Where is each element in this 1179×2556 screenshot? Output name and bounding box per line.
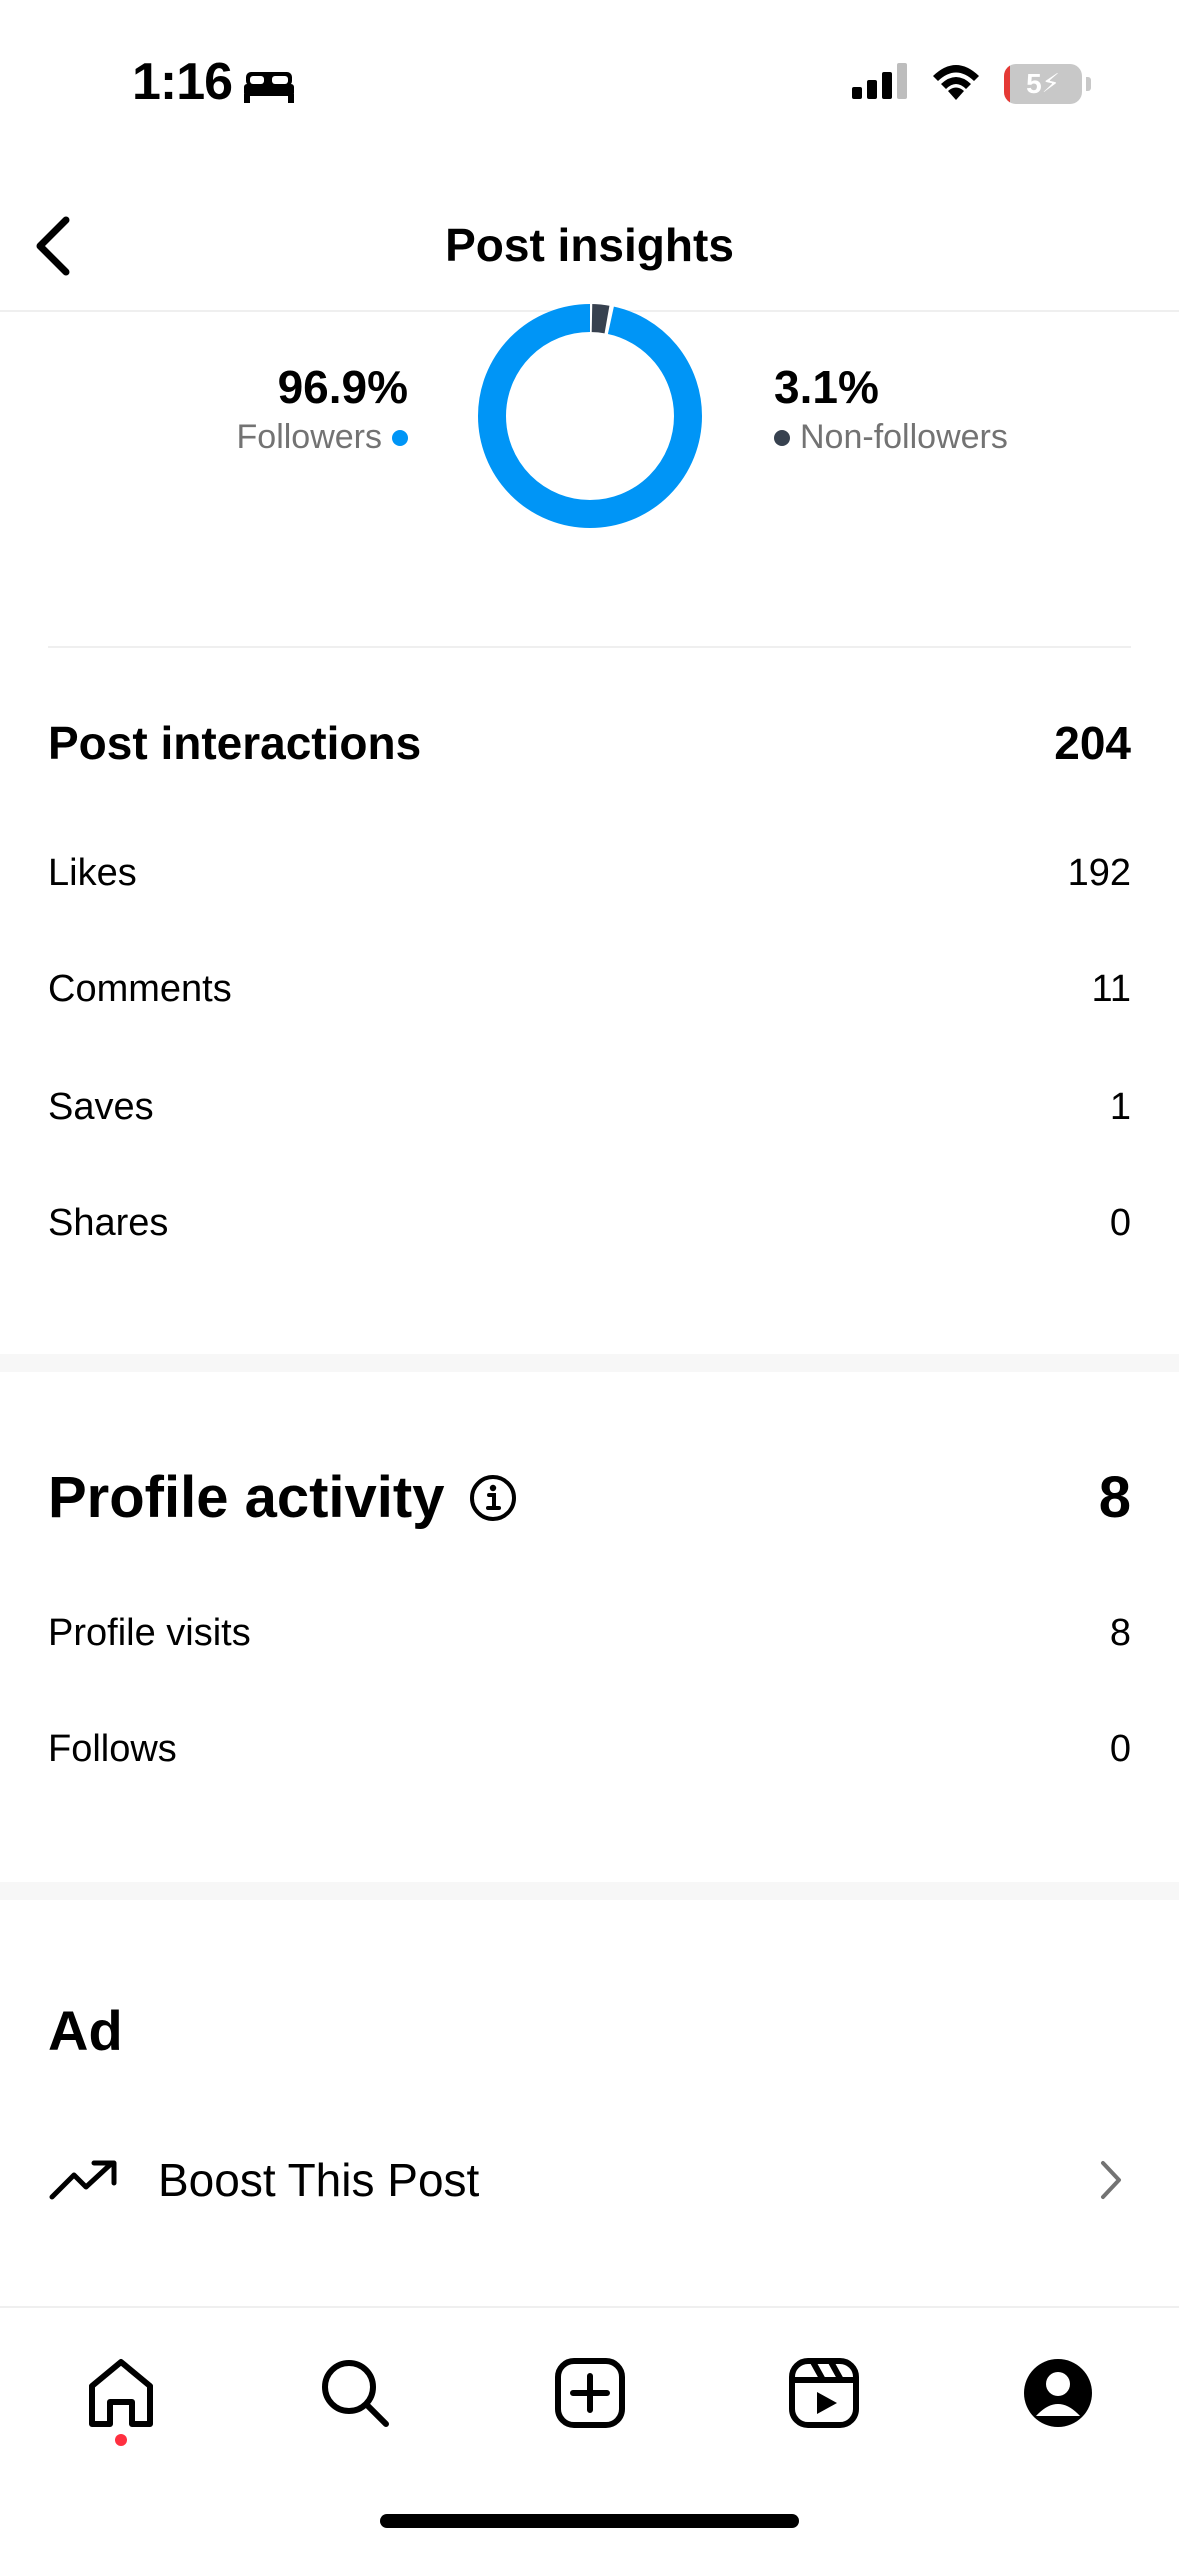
tab-create[interactable]: [545, 2348, 635, 2438]
status-time: 1:16: [132, 53, 233, 111]
comments-value: 11: [1091, 968, 1131, 1010]
battery-icon: 5 ⚡: [1004, 63, 1082, 104]
profile-activity-title: Profile activity: [48, 1465, 445, 1530]
battery-indicator: 5 ⚡: [1004, 63, 1091, 104]
tab-reels[interactable]: [779, 2348, 869, 2438]
search-icon: [322, 2360, 389, 2427]
profile-visits-value: 8: [1109, 1612, 1131, 1654]
saves-value: 1: [1109, 1086, 1131, 1128]
donut-followers-segment: [478, 304, 702, 528]
boost-post-button[interactable]: Boost This Post: [0, 2130, 1179, 2230]
trending-up-icon: [48, 2157, 120, 2203]
status-icons: 5 ⚡: [852, 62, 1091, 105]
reels-icon: [789, 2358, 859, 2428]
nav-header: Post insights: [0, 190, 1179, 312]
follows-label: Follows: [48, 1728, 177, 1770]
tab-home[interactable]: [76, 2348, 166, 2438]
non-followers-percent: 3.1%: [774, 361, 879, 413]
comments-label: Comments: [48, 968, 232, 1010]
followers-percent: 96.9%: [277, 361, 408, 413]
shares-value: 0: [1109, 1202, 1131, 1244]
section-separator: [0, 1882, 1179, 1900]
ad-title: Ad: [48, 1999, 123, 2062]
section-divider: [48, 646, 1131, 648]
follows-value: 0: [1109, 1728, 1131, 1770]
likes-label: Likes: [48, 852, 137, 894]
profile-activity-header: Profile activity: [48, 1464, 518, 1531]
non-followers-stat: 3.1% Non-followers: [774, 360, 1008, 457]
profile-visits-label: Profile visits: [48, 1612, 251, 1654]
sleep-bed-icon: [242, 68, 296, 109]
followers-label: Followers: [236, 418, 382, 456]
create-icon: [555, 2358, 625, 2428]
battery-level: 5: [1026, 67, 1042, 99]
profile-icon: [1024, 2359, 1092, 2427]
home-indicator[interactable]: [380, 2514, 799, 2528]
shares-label: Shares: [48, 1202, 169, 1244]
followers-stat: 96.9% Followers: [0, 360, 408, 457]
wifi-icon: [930, 62, 982, 105]
home-icon: [89, 2359, 153, 2427]
audience-donut-chart: [478, 304, 702, 528]
page-title: Post insights: [445, 219, 734, 271]
likes-value: 192: [1067, 852, 1131, 894]
boost-post-label: Boost This Post: [158, 2154, 480, 2206]
cellular-signal-icon: [852, 63, 908, 104]
non-followers-legend-dot: [774, 429, 790, 446]
section-separator: [0, 1354, 1179, 1372]
tab-search[interactable]: [310, 2348, 400, 2438]
followers-legend-dot: [392, 429, 408, 446]
notification-dot: [115, 2434, 127, 2446]
profile-activity-total: 8: [1098, 1465, 1131, 1530]
post-interactions-total: 204: [1054, 717, 1131, 769]
chevron-right-icon: [1099, 2159, 1123, 2201]
saves-label: Saves: [48, 1086, 154, 1128]
tab-profile[interactable]: [1013, 2348, 1103, 2438]
info-icon[interactable]: [468, 1473, 518, 1523]
bottom-tab-bar: [0, 2306, 1179, 2468]
post-interactions-title: Post interactions: [48, 717, 422, 769]
non-followers-label: Non-followers: [800, 418, 1008, 456]
